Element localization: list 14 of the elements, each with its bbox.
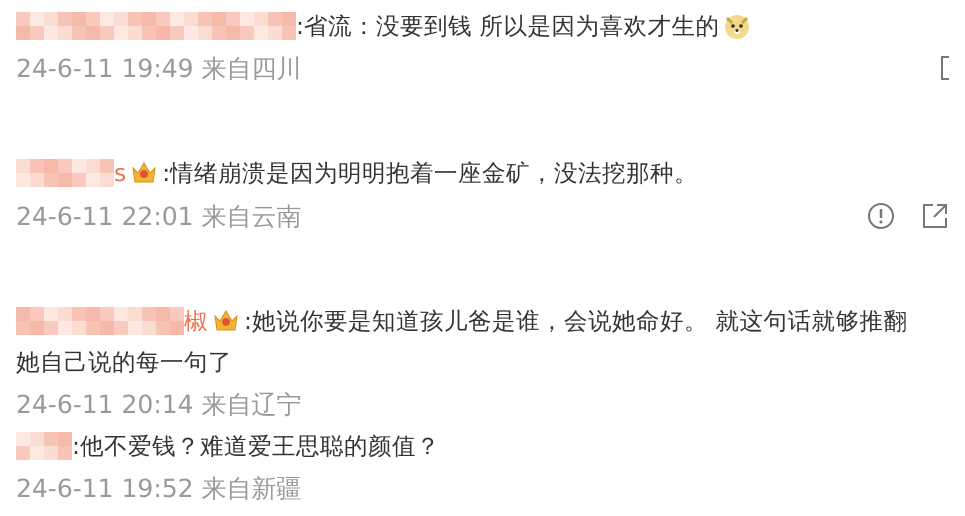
comment-body: :情绪崩溃是因为明明抱着一座金矿，没法挖那种。 [162, 158, 698, 189]
comment-meta: 24-6-11 19:49 来自四川 [16, 52, 303, 84]
report-icon[interactable] [867, 202, 895, 230]
comment-body: :省流：没要到钱 所以是因为喜欢才生的 [296, 11, 720, 42]
blurred-name-drawing [16, 432, 72, 460]
comment-meta: 24-6-11 22:01 来自云南 [16, 200, 303, 232]
user-name[interactable]: s [114, 152, 126, 194]
comment-body: :他不爱钱？难道爱王思聪的颜值？ [72, 431, 440, 462]
share-icon[interactable] [921, 202, 949, 230]
comment-meta: 24-6-11 19:52 来自新疆 [16, 472, 303, 504]
comment-continuation: 她自己说的每一句了 [16, 348, 232, 376]
comment-meta: 24-6-11 20:14 来自辽宁 [16, 388, 303, 420]
comment-body: :她说你要是知道孩儿爸是谁，会说她命好。 就这句话就够推翻 [244, 306, 908, 337]
user-name[interactable]: 椒 [184, 300, 208, 342]
